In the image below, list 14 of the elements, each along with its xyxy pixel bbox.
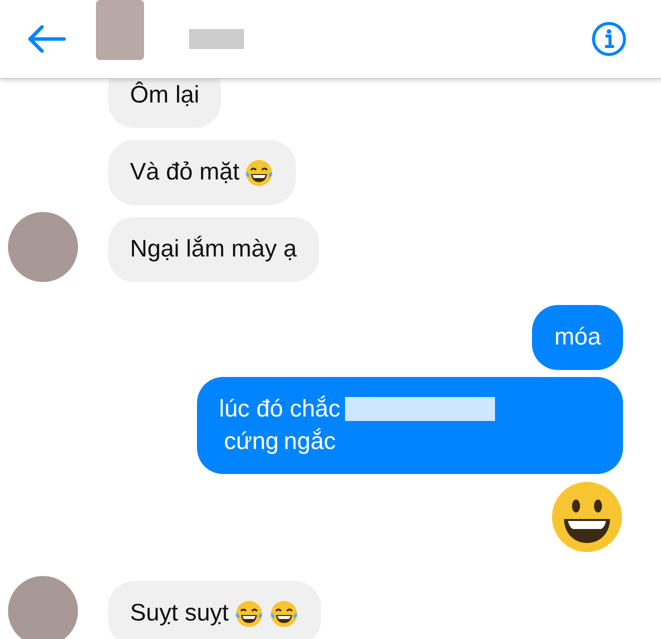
info-icon[interactable] bbox=[591, 21, 627, 57]
laughing-tears-icon bbox=[244, 158, 274, 188]
message-text: Và đỏ mặt bbox=[130, 159, 240, 186]
message-text: Ôm lại bbox=[130, 82, 200, 109]
message-text: móa bbox=[554, 324, 601, 351]
redacted-name bbox=[189, 29, 244, 49]
laughing-tears-icon bbox=[234, 598, 264, 629]
message-text: cứng bbox=[224, 428, 279, 455]
message-text: Suỵt suỵt bbox=[130, 600, 229, 627]
message-text: lúc đó chắc bbox=[219, 395, 340, 422]
laughing-tears-icon bbox=[268, 598, 299, 629]
message-text: Ngại lắm mày ạ bbox=[130, 236, 297, 263]
message-text: ngắc bbox=[284, 428, 336, 455]
back-icon[interactable] bbox=[26, 24, 66, 54]
